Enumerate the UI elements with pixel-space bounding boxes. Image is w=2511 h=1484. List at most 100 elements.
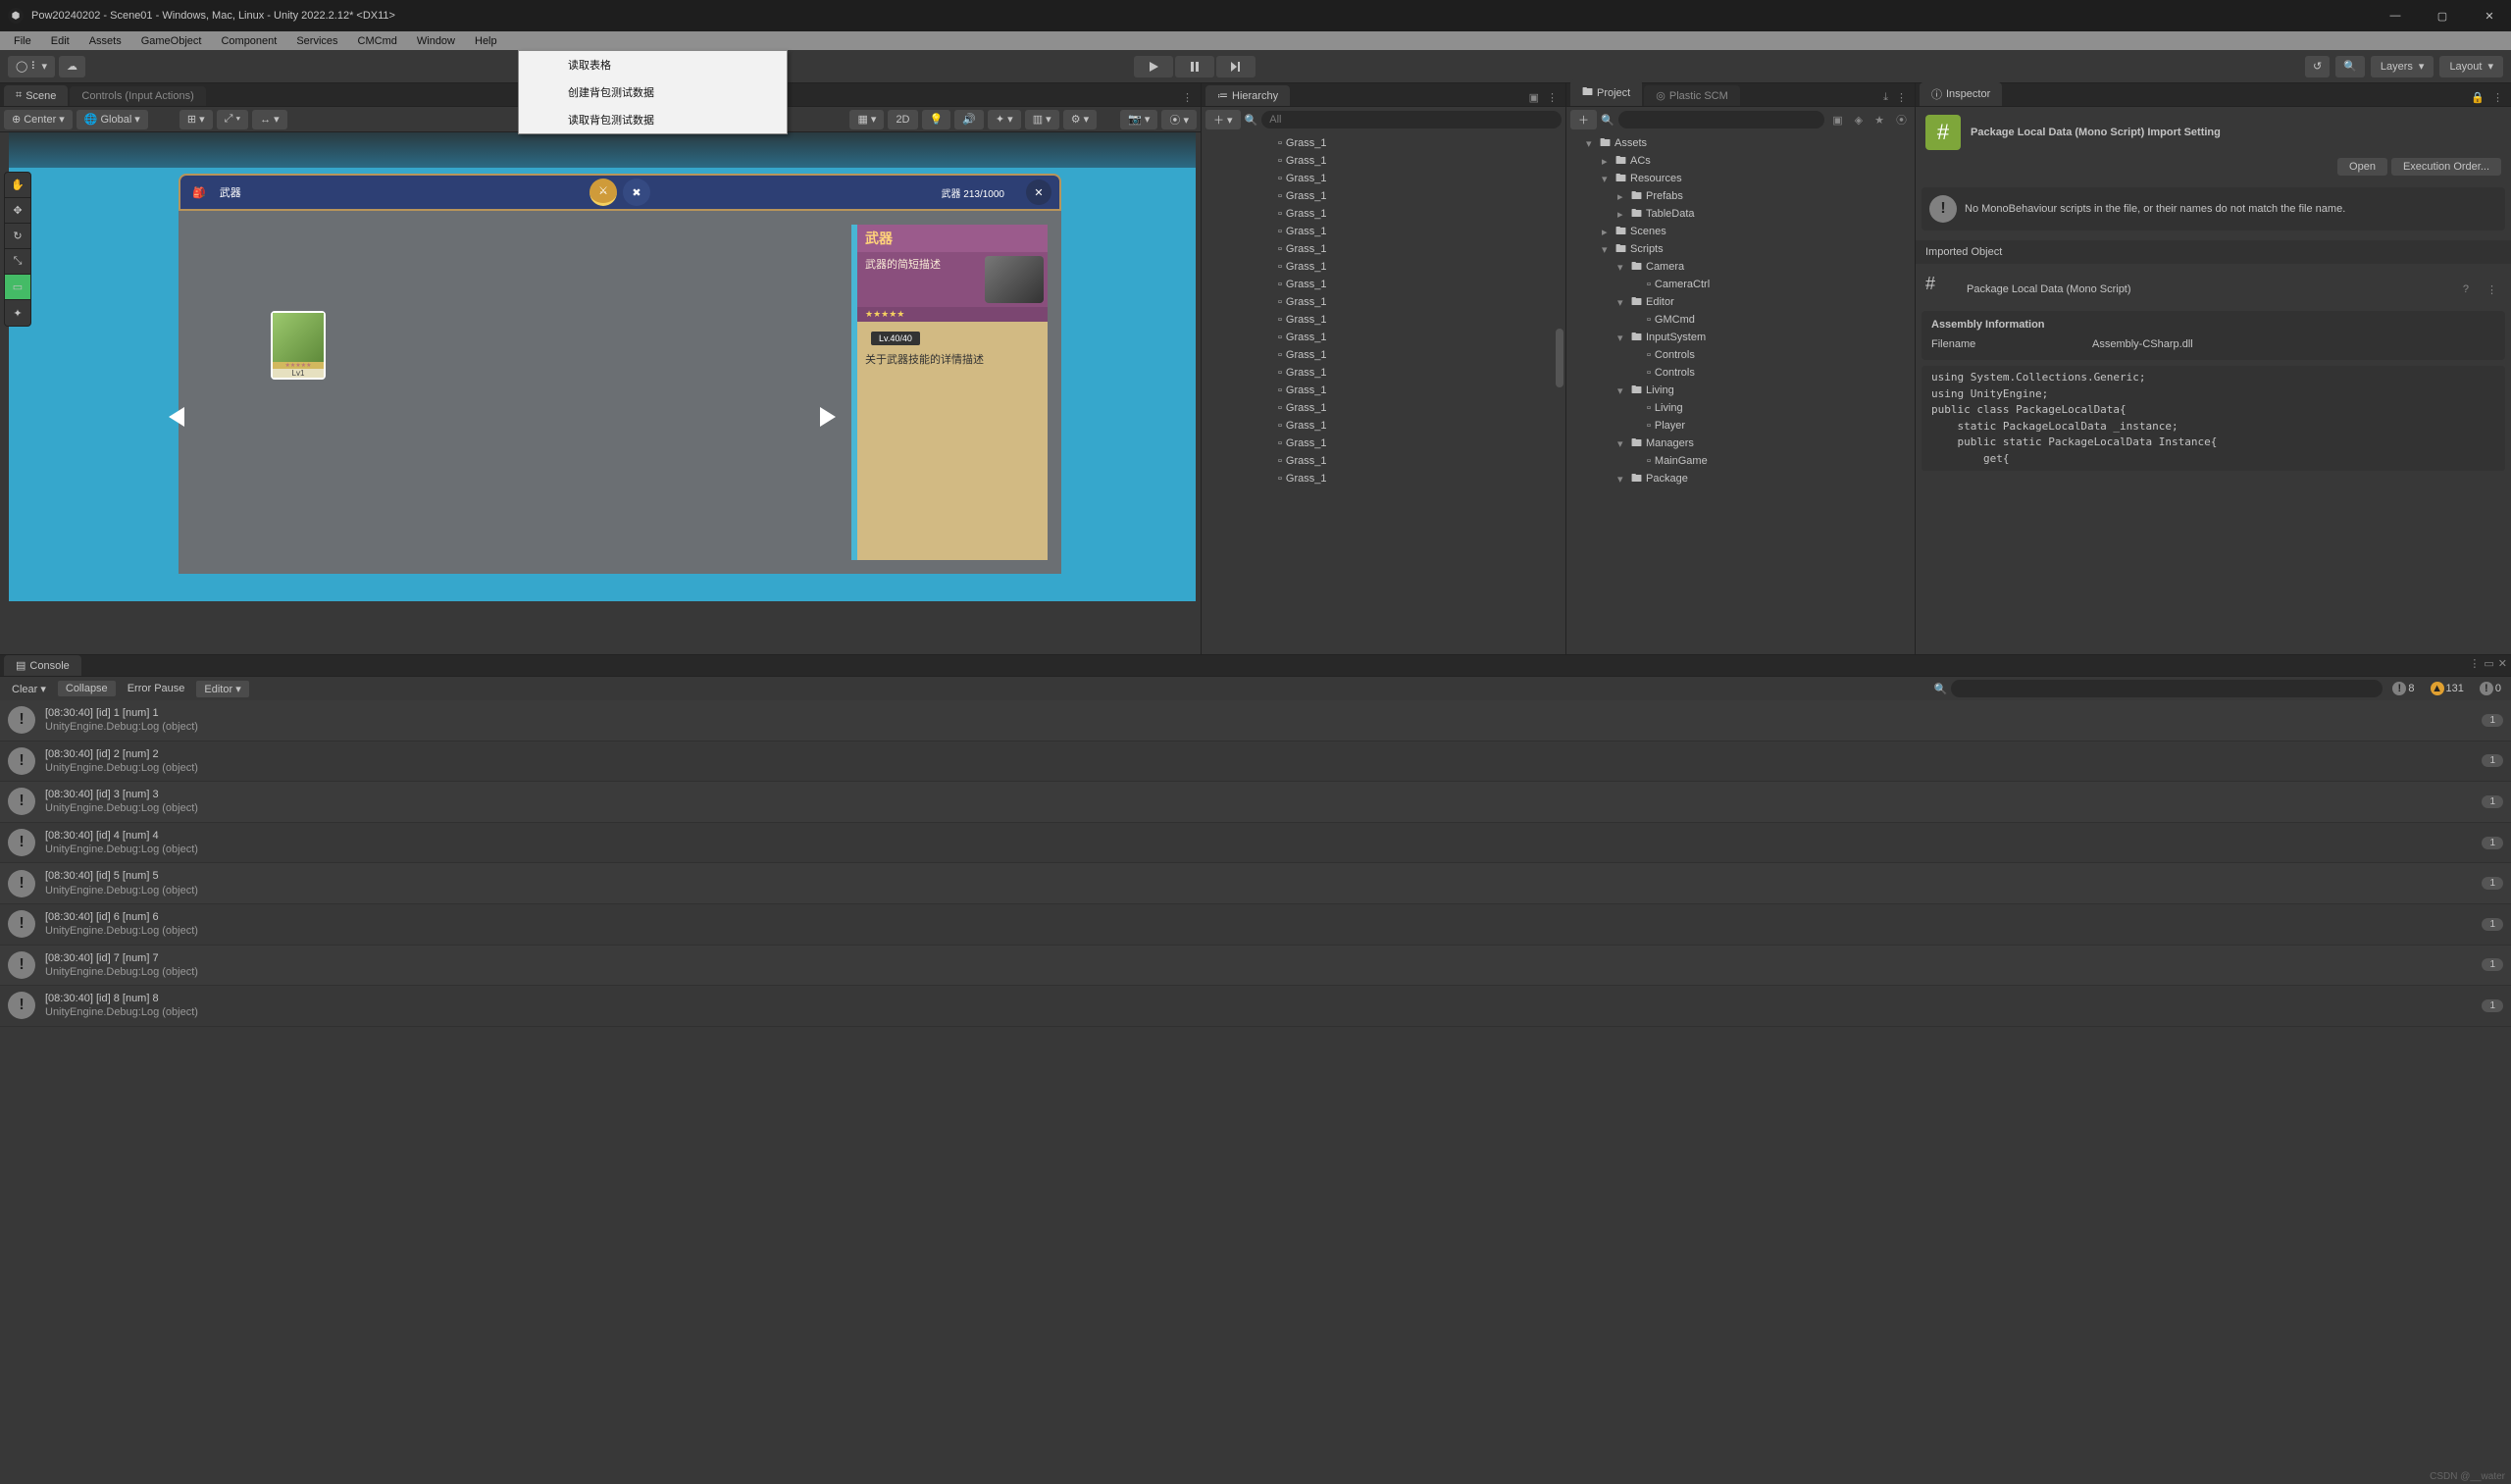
- console-log-row[interactable]: ![08:30:40] [id] 4 [num] 4UnityEngine.De…: [0, 823, 2511, 864]
- step-button[interactable]: [1216, 56, 1256, 77]
- menu-assets[interactable]: Assets: [79, 33, 131, 49]
- tab-weapon-icon[interactable]: ⚔: [589, 179, 617, 206]
- console-log-row[interactable]: ![08:30:40] [id] 3 [num] 3UnityEngine.De…: [0, 782, 2511, 823]
- project-file[interactable]: ▫CameraCtrl: [1566, 276, 1915, 293]
- collapse-button[interactable]: Collapse: [58, 681, 116, 696]
- panel-menu-icon[interactable]: ⋮: [1543, 89, 1562, 106]
- project-file[interactable]: ▫GMCmd: [1566, 311, 1915, 329]
- project-tree[interactable]: ▾🖿Assets▸🖿ACs▾🖿Resources▸🖿Prefabs▸🖿Table…: [1566, 132, 1915, 654]
- tab-console[interactable]: ▤ Console: [4, 655, 81, 676]
- error-pause-button[interactable]: Error Pause: [120, 681, 193, 696]
- tab-plastic-scm[interactable]: ◎ Plastic SCM: [1644, 85, 1740, 106]
- project-search-input[interactable]: [1618, 111, 1825, 128]
- project-folder[interactable]: ▾🖿Assets: [1566, 134, 1915, 152]
- hierarchy-item[interactable]: ▫Grass_1: [1202, 329, 1565, 346]
- help-icon[interactable]: ?: [2459, 281, 2473, 297]
- 2d-toggle[interactable]: 2D: [888, 110, 917, 129]
- cloud-button[interactable]: ☁: [59, 56, 85, 77]
- page-prev-icon[interactable]: [169, 407, 184, 427]
- project-folder[interactable]: ▾🖿Camera: [1566, 258, 1915, 276]
- project-file[interactable]: ▫Controls: [1566, 346, 1915, 364]
- console-log-row[interactable]: ![08:30:40] [id] 8 [num] 8UnityEngine.De…: [0, 986, 2511, 1027]
- tab-project[interactable]: 🖿 Project: [1570, 79, 1642, 106]
- panel-menu-icon[interactable]: ⋮: [2488, 89, 2507, 106]
- move-tool[interactable]: ✥: [5, 198, 30, 224]
- error-count-badge[interactable]: !0: [2474, 682, 2507, 695]
- hierarchy-item[interactable]: ▫Grass_1: [1202, 293, 1565, 311]
- project-folder[interactable]: ▸🖿TableData: [1566, 205, 1915, 223]
- project-folder[interactable]: ▾🖿Package: [1566, 470, 1915, 487]
- layout-dropdown[interactable]: Layout ▾: [2439, 56, 2503, 77]
- dropdown-item[interactable]: 读取表格: [519, 51, 787, 78]
- tab-controls[interactable]: Controls (Input Actions): [70, 86, 205, 106]
- hierarchy-item[interactable]: ▫Grass_1: [1202, 364, 1565, 382]
- tab-hierarchy[interactable]: ≔ Hierarchy: [1205, 85, 1290, 106]
- hierarchy-item[interactable]: ▫Grass_1: [1202, 276, 1565, 293]
- gizmos-toggle[interactable]: ⚙ ▾: [1063, 110, 1097, 129]
- menu-file[interactable]: File: [4, 33, 41, 49]
- hierarchy-item[interactable]: ▫Grass_1: [1202, 346, 1565, 364]
- project-folder[interactable]: ▸🖿ACs: [1566, 152, 1915, 170]
- maximize-button[interactable]: ▢: [2429, 6, 2456, 26]
- pivot-toggle[interactable]: ⊕Center ▾: [4, 110, 73, 129]
- dropdown-item[interactable]: 创建背包测试数据: [519, 78, 787, 106]
- menu-gameobject[interactable]: GameObject: [131, 33, 212, 49]
- hierarchy-item[interactable]: ▫Grass_1: [1202, 435, 1565, 452]
- menu-edit[interactable]: Edit: [41, 33, 79, 49]
- undo-history-button[interactable]: ↺: [2305, 56, 2330, 77]
- menu-window[interactable]: Window: [407, 33, 465, 49]
- create-button[interactable]: ＋ ▾: [1205, 110, 1241, 129]
- console-log-row[interactable]: ![08:30:40] [id] 2 [num] 2UnityEngine.De…: [0, 742, 2511, 783]
- transform-tool[interactable]: ✦: [5, 300, 30, 326]
- tab-inspector[interactable]: ⓘ Inspector: [1920, 82, 2002, 106]
- hierarchy-tree[interactable]: ▫Grass_1▫Grass_1▫Grass_1▫Grass_1▫Grass_1…: [1202, 132, 1565, 654]
- hierarchy-add-icon[interactable]: ▣: [1525, 89, 1543, 106]
- panel-menu-icon[interactable]: ⋮: [1892, 89, 1911, 106]
- gizmo-visibility-icon[interactable]: ⦿ ▾: [1161, 110, 1197, 129]
- pause-button[interactable]: [1175, 56, 1214, 77]
- project-file[interactable]: ▫MainGame: [1566, 452, 1915, 470]
- console-log-row[interactable]: ![08:30:40] [id] 7 [num] 7UnityEngine.De…: [0, 946, 2511, 987]
- lock-icon[interactable]: ⤓: [1879, 89, 1892, 106]
- menu-help[interactable]: Help: [465, 33, 507, 49]
- project-folder[interactable]: ▸🖿Prefabs: [1566, 187, 1915, 205]
- console-search-input[interactable]: [1951, 680, 2383, 697]
- hierarchy-item[interactable]: ▫Grass_1: [1202, 382, 1565, 399]
- project-create-button[interactable]: ＋: [1570, 110, 1597, 129]
- hierarchy-item[interactable]: ▫Grass_1: [1202, 470, 1565, 487]
- hierarchy-item[interactable]: ▫Grass_1: [1202, 452, 1565, 470]
- dropdown-item[interactable]: 读取背包测试数据: [519, 106, 787, 133]
- console-log-row[interactable]: ![08:30:40] [id] 6 [num] 6UnityEngine.De…: [0, 904, 2511, 946]
- lock-icon[interactable]: 🔒: [2467, 89, 2488, 106]
- open-button[interactable]: Open: [2337, 158, 2387, 176]
- project-folder[interactable]: ▾🖿InputSystem: [1566, 329, 1915, 346]
- project-file[interactable]: ▫Living: [1566, 399, 1915, 417]
- play-button[interactable]: [1134, 56, 1173, 77]
- hierarchy-item[interactable]: ▫Grass_1: [1202, 205, 1565, 223]
- draw-mode-button[interactable]: ▦ ▾: [849, 110, 884, 129]
- project-folder[interactable]: ▾🖿Managers: [1566, 435, 1915, 452]
- hierarchy-item[interactable]: ▫Grass_1: [1202, 240, 1565, 258]
- hierarchy-item[interactable]: ▫Grass_1: [1202, 170, 1565, 187]
- space-toggle[interactable]: 🌐Global ▾: [77, 110, 148, 129]
- menu-component[interactable]: Component: [211, 33, 286, 49]
- scrollbar-thumb[interactable]: [1556, 329, 1563, 387]
- warn-count-badge[interactable]: ▲131: [2425, 682, 2470, 695]
- fx-toggle[interactable]: ✦ ▾: [988, 110, 1021, 129]
- filter-type-icon[interactable]: ▣: [1828, 112, 1846, 128]
- hierarchy-item[interactable]: ▫Grass_1: [1202, 152, 1565, 170]
- hierarchy-search-input[interactable]: [1261, 111, 1562, 128]
- hierarchy-item[interactable]: ▫Grass_1: [1202, 187, 1565, 205]
- rotate-tool[interactable]: ↻: [5, 224, 30, 249]
- scale-tool[interactable]: ⤡: [5, 249, 30, 275]
- snap-axis-button[interactable]: ↔ ▾: [252, 110, 287, 129]
- menu-icon[interactable]: ⋮: [2483, 281, 2501, 298]
- project-folder[interactable]: ▾🖿Resources: [1566, 170, 1915, 187]
- panel-menu-icon[interactable]: ⋮: [1178, 89, 1197, 106]
- info-count-badge[interactable]: !8: [2386, 682, 2420, 695]
- hierarchy-item[interactable]: ▫Grass_1: [1202, 311, 1565, 329]
- close-pane-icon[interactable]: ✕: [2498, 657, 2507, 670]
- minimize-button[interactable]: —: [2382, 6, 2409, 26]
- tab-food-icon[interactable]: ✖: [623, 179, 650, 206]
- favorite-icon[interactable]: ★: [1870, 112, 1888, 128]
